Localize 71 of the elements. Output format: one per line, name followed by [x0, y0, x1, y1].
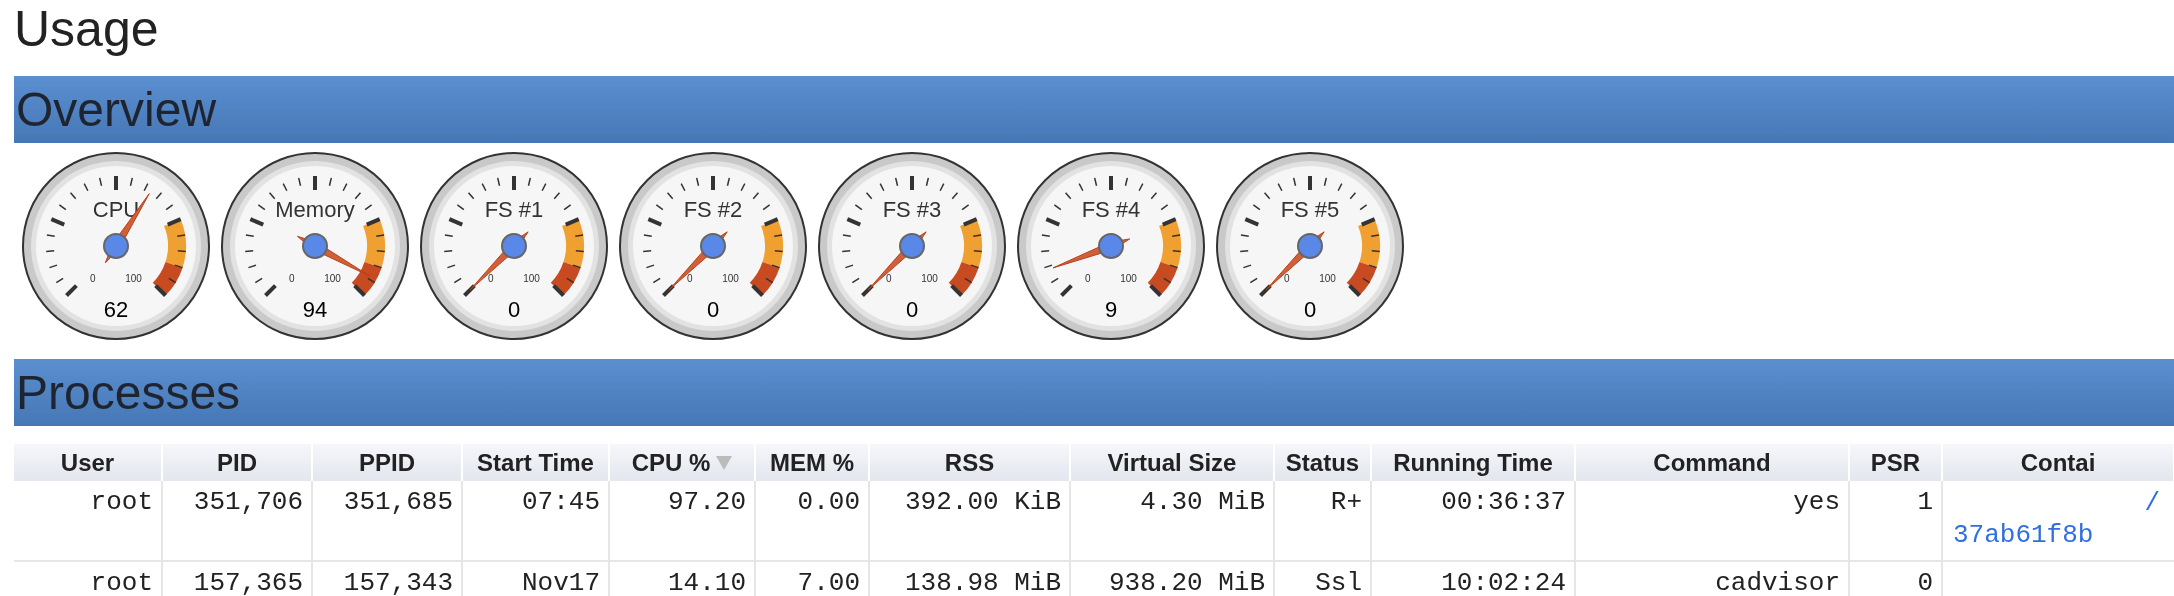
gauge-value: 0	[905, 297, 919, 322]
gauge-min-label: 0	[90, 272, 96, 284]
table-cell: 938.20 MiB	[1070, 561, 1274, 596]
table-cell: root	[14, 481, 162, 561]
section-header: Overview	[14, 76, 2174, 143]
gauge-max-label: 100	[921, 272, 938, 284]
table-cell: 4.30 MiB	[1070, 481, 1274, 561]
gauge-min-label: 0	[488, 272, 494, 284]
table-cell: 138.98 MiB	[869, 561, 1070, 596]
gauge-min-label: 0	[687, 272, 693, 284]
column-header[interactable]: Start Time	[462, 444, 609, 481]
table-cell: Nov17	[462, 561, 609, 596]
gauge-value: 0	[706, 297, 720, 322]
gauge-max-label: 100	[1319, 272, 1336, 284]
table-cell: 0.00	[755, 481, 869, 561]
gauge-min-label: 0	[1284, 272, 1290, 284]
table-cell: 00:36:37	[1371, 481, 1575, 561]
gauge-label: FS #1	[484, 197, 544, 222]
sort-descending-icon	[716, 455, 733, 470]
gauge-label: CPU	[92, 197, 140, 222]
gauge-value: 0	[507, 297, 521, 322]
gauge-value: 94	[302, 297, 328, 322]
table-cell: 07:45	[462, 481, 609, 561]
column-header[interactable]: PSR	[1849, 444, 1942, 481]
container-link[interactable]: 37ab61f8b	[1953, 519, 2160, 551]
column-header[interactable]: Running Time	[1371, 444, 1575, 481]
column-header[interactable]: MEM %	[755, 444, 869, 481]
table-cell: cadvisor	[1575, 561, 1849, 596]
gauge-max-label: 100	[523, 272, 540, 284]
column-header[interactable]: Contai	[1942, 444, 2174, 481]
table-cell: yes	[1575, 481, 1849, 561]
table-cell: 351,685	[312, 481, 462, 561]
table-cell: 351,706	[162, 481, 312, 561]
table-cell: 157,343	[312, 561, 462, 596]
column-header[interactable]: RSS	[869, 444, 1070, 481]
column-header[interactable]: User	[14, 444, 162, 481]
gauge-value: 0	[1303, 297, 1317, 322]
gauge-max-label: 100	[324, 272, 341, 284]
table-cell: Ssl	[1274, 561, 1371, 596]
gauge-label: FS #4	[1081, 197, 1141, 222]
gauge-label: FS #2	[683, 197, 743, 222]
table-cell: root	[14, 561, 162, 596]
gauge-max-label: 100	[125, 272, 142, 284]
column-header[interactable]: PPID	[312, 444, 462, 481]
section-header: Processes	[14, 359, 2174, 426]
column-header[interactable]: Virtual Size	[1070, 444, 1274, 481]
column-header[interactable]: PID	[162, 444, 312, 481]
gauge-label: FS #3	[882, 197, 942, 222]
gauge-value: 9	[1104, 297, 1118, 322]
table-cell: 157,365	[162, 561, 312, 596]
table-cell: 14.10	[609, 561, 755, 596]
gauge-min-label: 0	[886, 272, 892, 284]
column-header[interactable]: Command	[1575, 444, 1849, 481]
gauge-label: FS #5	[1280, 197, 1340, 222]
gauge-min-label: 0	[1085, 272, 1091, 284]
container-link[interactable]: /	[1953, 487, 2160, 519]
table-cell: 1	[1849, 481, 1942, 561]
gauge-max-label: 100	[1120, 272, 1137, 284]
column-header[interactable]: Status	[1274, 444, 1371, 481]
column-header[interactable]: CPU %	[609, 444, 755, 481]
table-cell: R+	[1274, 481, 1371, 561]
table-cell: 10:02:24	[1371, 561, 1575, 596]
gauge-max-label: 100	[722, 272, 739, 284]
table-cell: 7.00	[755, 561, 869, 596]
gauge-value: 62	[103, 297, 129, 322]
table-cell: 392.00 KiB	[869, 481, 1070, 561]
gauge-label: Memory	[275, 197, 355, 222]
table-cell: 0	[1849, 561, 1942, 596]
table-cell: 97.20	[609, 481, 755, 561]
gauge-min-label: 0	[289, 272, 295, 284]
page-title: Usage	[14, 0, 159, 59]
